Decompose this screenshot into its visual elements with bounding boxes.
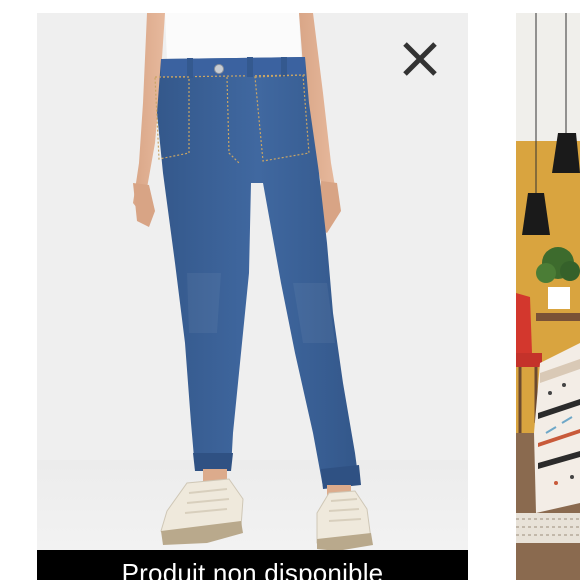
left-hand xyxy=(133,183,155,227)
next-product-card[interactable] xyxy=(516,13,580,580)
product-image-card[interactable]: Produit non disponible xyxy=(37,13,468,580)
red-chair xyxy=(516,293,532,357)
close-button[interactable] xyxy=(399,38,441,80)
product-photo xyxy=(133,13,373,551)
jeans xyxy=(157,57,359,487)
next-product-photo xyxy=(516,13,580,580)
product-image-carousel[interactable]: Produit non disponible xyxy=(0,0,580,580)
unavailable-label: Produit non disponible xyxy=(121,558,384,580)
close-x-icon xyxy=(403,42,437,76)
white-top xyxy=(165,13,301,61)
left-cuff xyxy=(193,453,233,471)
unavailable-banner: Produit non disponible xyxy=(37,550,468,580)
